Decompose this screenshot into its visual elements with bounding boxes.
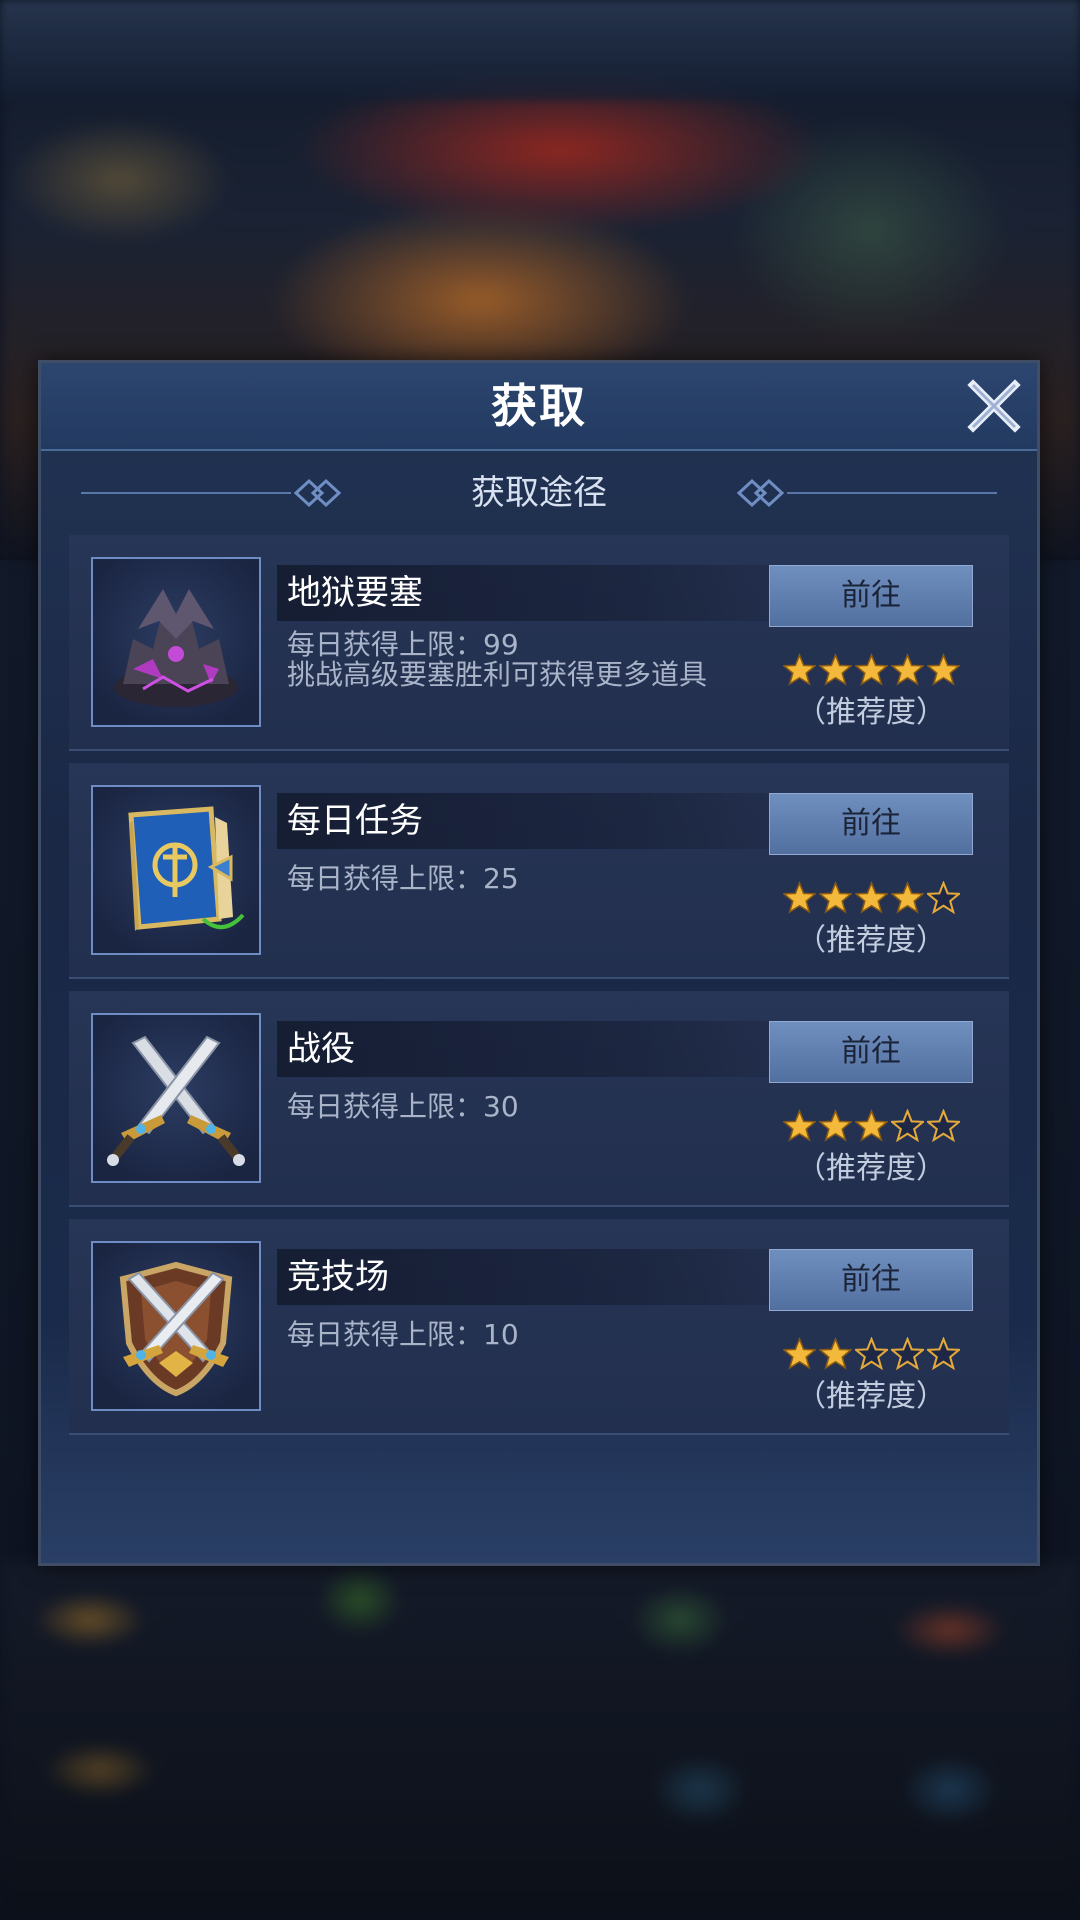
star-filled-icon: [782, 1337, 816, 1370]
star-filled-icon: [818, 653, 852, 686]
book-icon: [128, 806, 245, 931]
star-filled-icon: [926, 653, 960, 686]
close-button[interactable]: [965, 377, 1023, 435]
go-button[interactable]: 前往: [769, 1249, 973, 1311]
source-card-campaign: 战役 每日获得上限：30 前往 （推荐度）: [69, 991, 1009, 1207]
dialog-title: 获取: [491, 379, 587, 433]
crossed-swords-icon: [107, 1035, 245, 1166]
shield-swords-icon: [119, 1261, 233, 1397]
recommend-label: （推荐度）: [796, 1151, 946, 1186]
star-empty-icon: [890, 1109, 924, 1142]
source-card-daily-quest: 每日任务 每日获得上限：25 前往 （推荐度）: [69, 763, 1009, 979]
source-name: 地狱要塞: [287, 573, 423, 613]
star-empty-icon: [926, 1109, 960, 1142]
star-filled-icon: [854, 653, 888, 686]
recommend-stars: [769, 881, 973, 917]
star-filled-icon: [782, 881, 816, 914]
source-card-arena: 竞技场 每日获得上限：10 前往 （推荐度）: [69, 1219, 1009, 1435]
recommend-label: （推荐度）: [796, 1379, 946, 1414]
recommend-stars: [769, 653, 973, 689]
star-filled-icon: [782, 1109, 816, 1142]
source-icon-frame: [91, 1241, 261, 1411]
star-empty-icon: [854, 1337, 888, 1370]
background-bottom-menu: [0, 1560, 1080, 1920]
close-icon: [967, 379, 1021, 433]
source-icon-frame: [91, 1013, 261, 1183]
source-icon-frame: [91, 557, 261, 727]
star-empty-icon: [890, 1337, 924, 1370]
source-name: 每日任务: [287, 801, 423, 841]
go-button[interactable]: 前往: [769, 793, 973, 855]
recommend-label: （推荐度）: [796, 695, 946, 730]
star-empty-icon: [926, 1337, 960, 1370]
source-icon-frame: [91, 785, 261, 955]
star-filled-icon: [854, 1109, 888, 1142]
acquire-dialog: 获取 获取途径 地狱要塞 每日获得上限：99 挑战高级要塞胜利可获得更多道具 前…: [38, 360, 1040, 1566]
section-header: 获取途径: [41, 453, 1037, 533]
star-filled-icon: [782, 653, 816, 686]
fortress-icon: [114, 589, 238, 707]
source-name: 战役: [287, 1029, 355, 1069]
recommend-label: （推荐度）: [796, 923, 946, 958]
source-name: 竞技场: [287, 1257, 389, 1297]
daily-limit-text: 每日获得上限：30: [287, 1090, 519, 1123]
daily-limit-text: 每日获得上限：10: [287, 1318, 519, 1351]
divider-ornament-right-icon: [737, 478, 997, 508]
star-filled-icon: [818, 1337, 852, 1370]
star-filled-icon: [818, 1109, 852, 1142]
source-card-fortress: 地狱要塞 每日获得上限：99 挑战高级要塞胜利可获得更多道具 前往 （推荐度）: [69, 535, 1009, 751]
recommend-stars: [769, 1109, 973, 1145]
star-filled-icon: [854, 881, 888, 914]
daily-limit-text: 每日获得上限：99: [287, 628, 519, 661]
recommend-stars: [769, 1337, 973, 1373]
go-button[interactable]: 前往: [769, 565, 973, 627]
go-button[interactable]: 前往: [769, 1021, 973, 1083]
star-filled-icon: [890, 881, 924, 914]
star-empty-icon: [926, 881, 960, 914]
star-filled-icon: [890, 653, 924, 686]
source-description: 挑战高级要塞胜利可获得更多道具: [287, 658, 708, 691]
background-topbar: [0, 0, 1080, 100]
star-filled-icon: [818, 881, 852, 914]
daily-limit-text: 每日获得上限：25: [287, 862, 519, 895]
